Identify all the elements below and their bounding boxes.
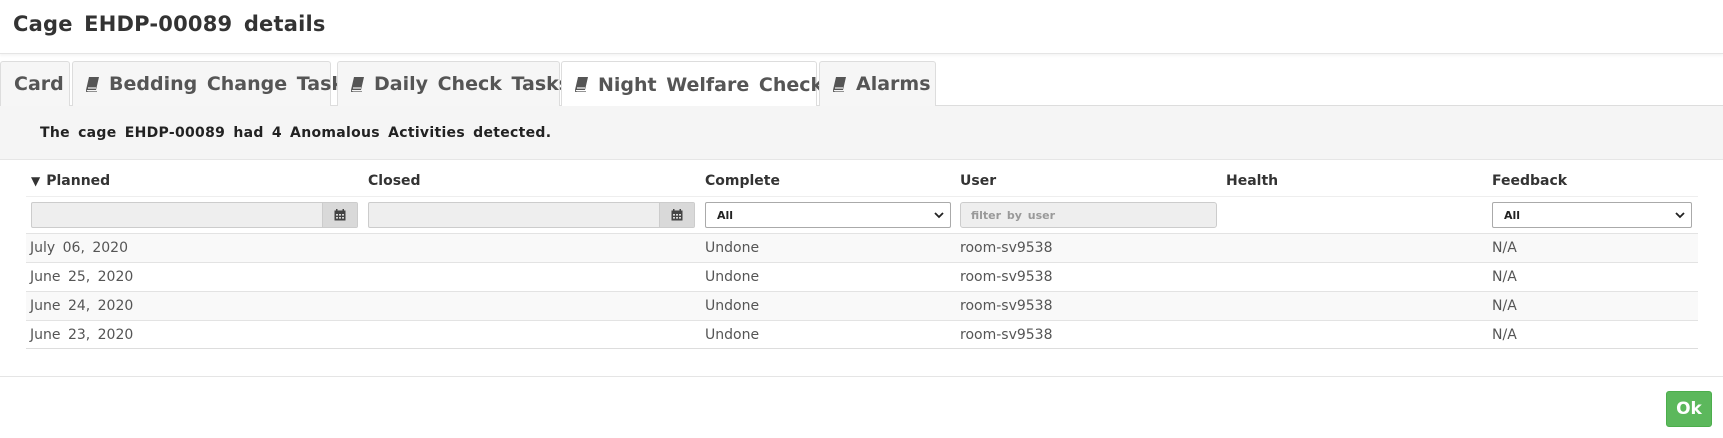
cell-planned: June 25, 2020 — [30, 269, 134, 285]
tab-label: Alarms — [856, 73, 931, 95]
tab-label: Card — [14, 73, 64, 95]
tab-daily-check-tasks[interactable]: Daily Check Tasks — [337, 61, 570, 106]
feedback-filter-select[interactable]: All — [1492, 202, 1692, 228]
cell-complete: Undone — [705, 240, 760, 256]
calendar-icon[interactable] — [659, 203, 694, 227]
sort-desc-icon: ▼ — [31, 174, 41, 188]
book-icon — [575, 77, 588, 92]
cell-feedback: N/A — [1492, 240, 1517, 256]
table-row[interactable]: July 06, 2020 Undone room-sv9538 N/A — [26, 233, 1698, 262]
tab-label: Night Welfare Checks — [598, 73, 835, 96]
cell-user: room-sv9538 — [960, 298, 1053, 314]
tab-alarms[interactable]: Alarms — [819, 61, 936, 106]
book-icon — [351, 76, 364, 92]
cell-planned: June 23, 2020 — [30, 327, 134, 343]
header-divider — [26, 196, 1698, 197]
chevron-down-icon — [934, 212, 944, 219]
book-icon — [86, 76, 99, 92]
column-header-feedback[interactable]: Feedback — [1492, 173, 1567, 189]
complete-filter-select[interactable]: All — [705, 202, 951, 228]
feedback-filter-value: All — [1504, 208, 1521, 222]
cell-planned: July 06, 2020 — [30, 240, 128, 256]
column-header-planned[interactable]: ▼ Planned — [31, 173, 110, 189]
cell-planned: June 24, 2020 — [30, 298, 134, 314]
column-header-closed[interactable]: Closed — [368, 173, 421, 189]
cell-feedback: N/A — [1492, 298, 1517, 314]
planned-date-filter[interactable] — [31, 202, 358, 228]
table-row[interactable]: June 23, 2020 Undone room-sv9538 N/A — [26, 320, 1698, 349]
calendar-icon[interactable] — [322, 203, 357, 227]
book-icon — [833, 76, 846, 92]
user-filter-input[interactable]: filter by user — [960, 202, 1217, 228]
complete-filter-value: All — [717, 208, 734, 222]
column-header-label: Planned — [46, 173, 111, 189]
cell-complete: Undone — [705, 327, 760, 343]
user-filter-placeholder: filter by user — [971, 208, 1056, 222]
anomaly-alert-text: The cage EHDP-00089 had 4 Anomalous Acti… — [40, 125, 552, 141]
column-header-user[interactable]: User — [960, 173, 996, 189]
modal-header: Cage EHDP-00089 details — [0, 0, 1723, 54]
tab-label: Daily Check Tasks — [374, 73, 571, 95]
cell-complete: Undone — [705, 298, 760, 314]
tab-card[interactable]: Card — [0, 61, 70, 106]
anomaly-alert-panel: The cage EHDP-00089 had 4 Anomalous Acti… — [0, 106, 1723, 160]
column-header-health[interactable]: Health — [1226, 173, 1278, 189]
cell-user: room-sv9538 — [960, 269, 1053, 285]
ok-button[interactable]: Ok — [1666, 391, 1712, 427]
cell-feedback: N/A — [1492, 269, 1517, 285]
cell-feedback: N/A — [1492, 327, 1517, 343]
cell-complete: Undone — [705, 269, 760, 285]
chevron-down-icon — [1675, 212, 1685, 219]
tab-bedding-change-tasks[interactable]: Bedding Change Tasks — [72, 61, 355, 106]
column-header-complete[interactable]: Complete — [705, 173, 780, 189]
cell-user: room-sv9538 — [960, 327, 1053, 343]
tab-bar: Card Bedding Change Tasks Daily Check Ta… — [0, 61, 1723, 107]
table-row[interactable]: June 25, 2020 Undone room-sv9538 N/A — [26, 262, 1698, 291]
tab-night-welfare-checks[interactable]: Night Welfare Checks — [561, 61, 834, 107]
cell-user: room-sv9538 — [960, 240, 1053, 256]
modal-title: Cage EHDP-00089 details — [13, 12, 326, 36]
tab-label: Bedding Change Tasks — [109, 73, 356, 95]
closed-date-filter[interactable] — [368, 202, 695, 228]
footer-divider — [0, 376, 1723, 377]
table-row[interactable]: June 24, 2020 Undone room-sv9538 N/A — [26, 291, 1698, 320]
